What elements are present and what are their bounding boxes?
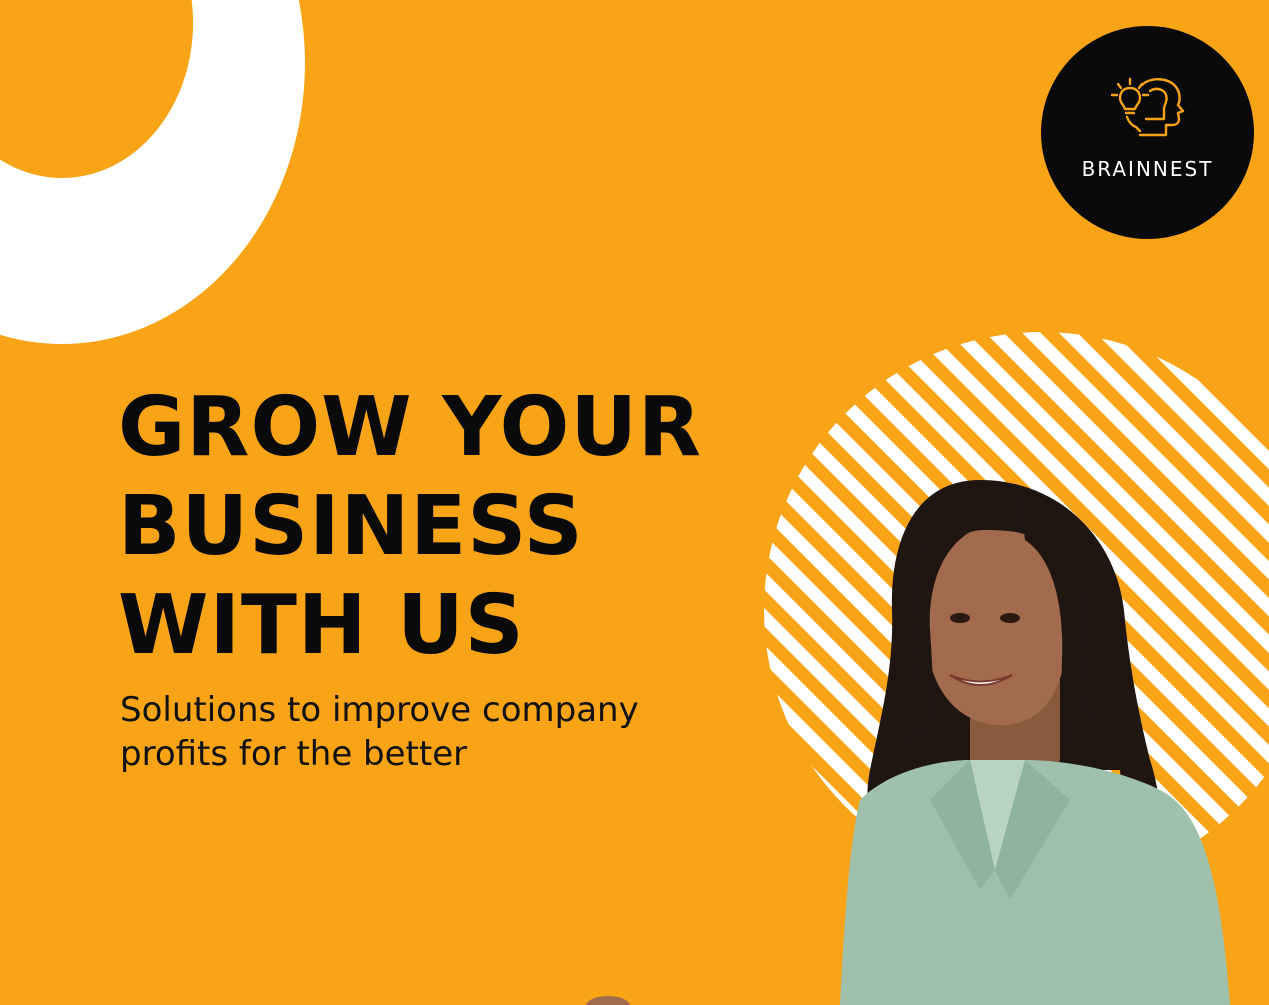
brand-name: BRAINNEST xyxy=(1081,157,1214,181)
headline-line: BUSINESS xyxy=(118,479,584,574)
smiling-woman-photo xyxy=(840,480,1230,1005)
hand-shape xyxy=(586,996,630,1005)
white-ring-decoration xyxy=(0,0,305,344)
lightbulb-head-icon xyxy=(1110,77,1184,137)
subtitle-line: Solutions to improve company xyxy=(120,690,639,730)
flyer-page: BRAINNEST GROW YOUR BUSINESS WITH US Sol… xyxy=(0,0,1269,1005)
headline-line: WITH US xyxy=(118,578,525,673)
headline: GROW YOUR BUSINESS WITH US xyxy=(118,378,702,675)
subtitle: Solutions to improve company profits for… xyxy=(120,688,740,776)
brand-logo[interactable]: BRAINNEST xyxy=(1041,26,1254,239)
headline-line: GROW YOUR xyxy=(118,380,703,475)
subtitle-line: profits for the better xyxy=(120,734,468,774)
